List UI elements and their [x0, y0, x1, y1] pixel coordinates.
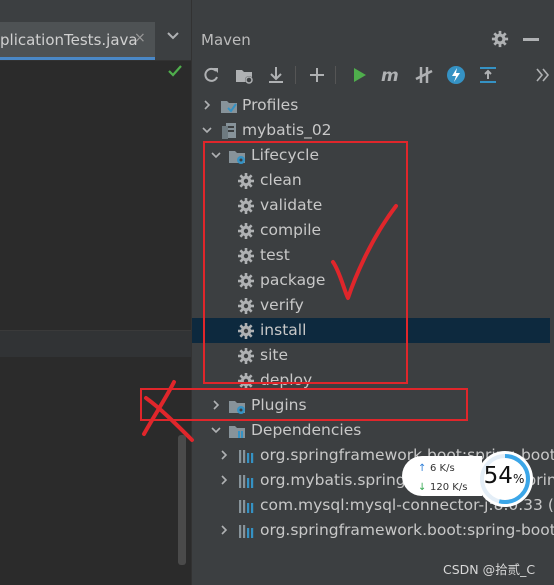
- skip-tests-icon[interactable]: [413, 64, 435, 86]
- chevron-right-icon[interactable]: [219, 525, 229, 535]
- editor-tab-label[interactable]: plicationTests.java: [0, 31, 138, 49]
- library-icon: [237, 447, 255, 465]
- chevron-down-icon[interactable]: [202, 125, 212, 135]
- chevron-down-icon[interactable]: [166, 29, 180, 43]
- watermark: CSDN @拾贰_C: [443, 562, 536, 577]
- refresh-icon[interactable]: [200, 64, 222, 86]
- toolbar-separator: [335, 66, 336, 84]
- profiles-folder-icon: [221, 101, 237, 113]
- tree-item-project[interactable]: mybatis_02: [192, 118, 550, 143]
- run-icon[interactable]: [348, 64, 370, 86]
- chevron-right-icon[interactable]: [202, 100, 212, 110]
- dependency-label: org.springframework.boot:spring-boot-: [260, 521, 554, 539]
- toolbar-separator: [295, 66, 296, 84]
- library-icon: [237, 472, 255, 490]
- usage-percent: 54%: [476, 463, 532, 489]
- execute-goal-icon[interactable]: m: [380, 64, 402, 86]
- maven-top-strip: [192, 0, 554, 22]
- upload-speed: 6 K/s: [430, 463, 455, 474]
- offline-mode-icon[interactable]: [445, 64, 467, 86]
- download-icon[interactable]: [265, 64, 287, 86]
- annotation-checkmark: [331, 204, 398, 300]
- dependency-item[interactable]: org.springframework.boot:spring-boot-: [192, 518, 554, 543]
- download-arrow-icon: ↓: [418, 482, 427, 493]
- import-folder-icon[interactable]: [233, 64, 255, 86]
- add-icon[interactable]: [306, 64, 328, 86]
- gear-icon[interactable]: [491, 30, 509, 48]
- tree-item-label: Dependencies: [251, 421, 362, 439]
- library-icon: [237, 522, 255, 540]
- tree-item-label: mybatis_02: [242, 121, 332, 139]
- show-dependencies-icon[interactable]: [477, 64, 499, 86]
- tab-close-icon[interactable]: ×: [134, 30, 146, 46]
- svg-text:m: m: [381, 66, 399, 86]
- library-icon: [237, 497, 255, 515]
- usage-percent-value: 54: [483, 463, 513, 489]
- editor-divider: [0, 330, 191, 358]
- tree-item-label: Profiles: [242, 96, 299, 114]
- upload-arrow-icon: ↑: [418, 463, 427, 474]
- maven-project-icon: [222, 123, 236, 139]
- chevron-right-icon[interactable]: [219, 475, 229, 485]
- chevron-right-icon[interactable]: [219, 450, 229, 460]
- more-icon[interactable]: [533, 64, 554, 86]
- download-speed: 120 K/s: [430, 482, 468, 493]
- maven-title: Maven: [201, 31, 251, 49]
- hide-icon[interactable]: [523, 38, 539, 41]
- usage-percent-unit: %: [512, 472, 525, 486]
- editor-scrollbar[interactable]: [178, 435, 186, 565]
- annotation-cross: [142, 380, 194, 442]
- editor-top-strip: [0, 0, 191, 22]
- dependencies-folder-icon: [229, 426, 245, 438]
- tree-item-profiles[interactable]: Profiles: [192, 93, 550, 118]
- chevron-down-icon[interactable]: [211, 425, 221, 435]
- check-icon: [168, 65, 182, 77]
- tree-item-dependencies[interactable]: Dependencies: [192, 418, 550, 443]
